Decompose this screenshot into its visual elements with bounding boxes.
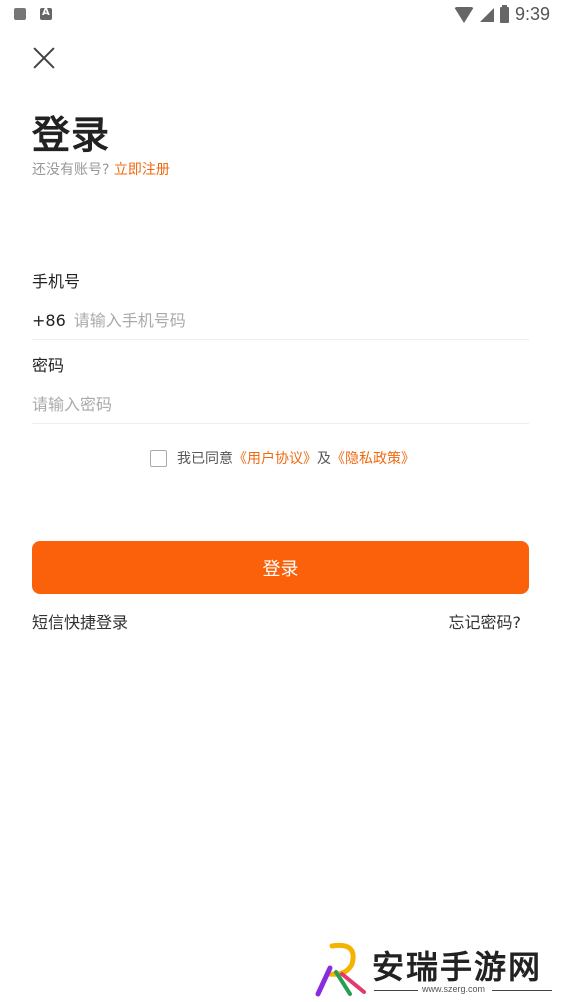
user-agreement-link[interactable]: 《用户协议》 [233,448,317,468]
sms-login-link[interactable]: 短信快捷登录 [32,609,128,633]
watermark-line-left [374,990,418,991]
register-prompt: 还没有账号? 立即注册 [32,159,170,179]
agreement-conjunction: 及 [317,451,331,467]
register-link[interactable]: 立即注册 [114,162,170,178]
watermark: 安瑞手游网 www.szerg.com [312,938,562,1002]
status-left-icons [14,7,52,20]
country-code[interactable]: +86 [32,311,66,330]
page-title: 登录 [32,113,111,157]
battery-icon [499,4,509,23]
agreement-row: 我已同意 《用户协议》 及 《隐私政策》 [150,448,415,468]
watermark-line-right [492,990,552,991]
phone-input[interactable] [73,311,529,330]
password-input[interactable] [32,395,529,414]
status-right: 9:39 [453,4,550,25]
status-bar: 9:39 [0,0,562,30]
signal-icon [479,7,494,22]
close-icon[interactable] [30,44,58,72]
forgot-password-link[interactable]: 忘记密码? [449,609,522,633]
phone-row: +86 [32,302,529,340]
watermark-text: 安瑞手游网 [372,948,543,986]
watermark-logo-icon [315,942,366,997]
notification-icon [14,8,26,20]
agreement-checkbox[interactable] [150,449,167,467]
watermark-url: www.szerg.com [422,984,486,994]
privacy-policy-link[interactable]: 《隐私政策》 [331,448,415,468]
phone-label: 手机号 [32,272,81,291]
register-prompt-text: 还没有账号? [32,162,110,178]
login-button[interactable]: 登录 [32,541,529,594]
app-a-icon [40,7,52,20]
password-label: 密码 [32,356,65,375]
wifi-icon [453,6,474,23]
agreement-prefix: 我已同意 [177,451,233,467]
password-row [32,386,529,424]
status-time: 9:39 [514,4,550,24]
